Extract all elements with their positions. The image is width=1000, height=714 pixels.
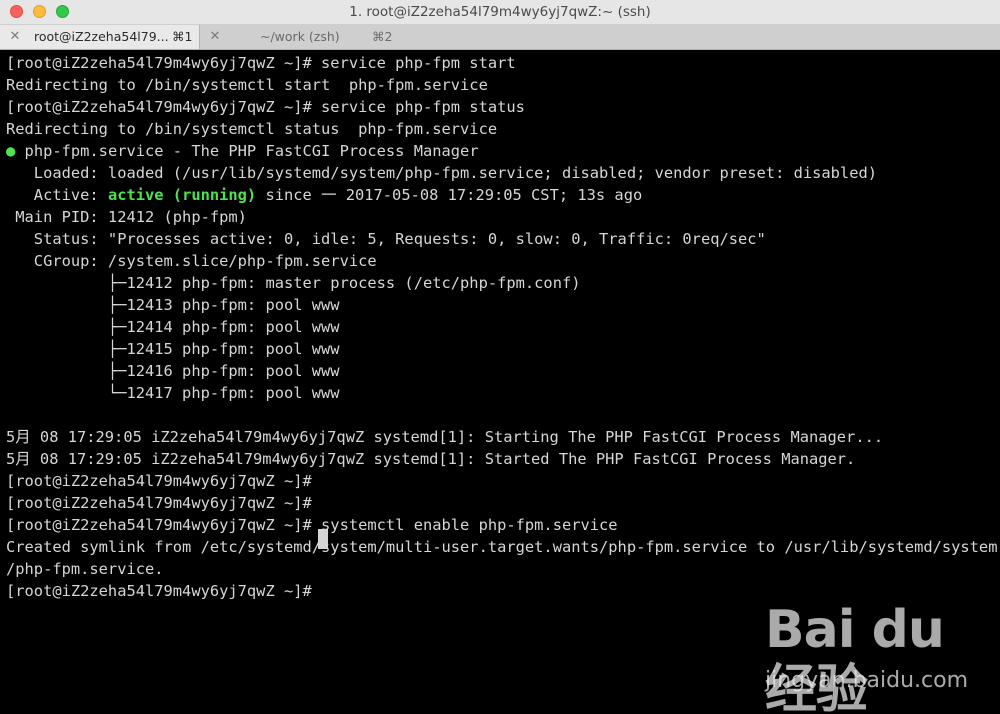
- terminal-line: [root@iZ2zeha54l79m4wy6yj7qwZ ~]# servic…: [6, 98, 525, 116]
- close-tab-icon[interactable]: ✕: [8, 25, 22, 49]
- window-title: 1. root@iZ2zeha54l79m4wy6yj7qwZ:~ (ssh): [349, 4, 651, 20]
- active-status-text: active (running): [107, 186, 257, 204]
- terminal-line: 5月 08 17:29:05 iZ2zeha54l79m4wy6yj7qwZ s…: [6, 428, 884, 446]
- terminal-line: ● php-fpm.service - The PHP FastCGI Proc…: [6, 140, 479, 162]
- terminal-prompt[interactable]: [root@iZ2zeha54l79m4wy6yj7qwZ ~]#: [6, 580, 321, 602]
- tab-zsh-session[interactable]: ✕ ~/work (zsh) ⌘2: [200, 25, 410, 49]
- terminal-line: Redirecting to /bin/systemctl start php-…: [6, 76, 488, 94]
- tab-bar: ✕ root@iZ2zeha54l79... ⌘1 ✕ ~/work (zsh)…: [0, 25, 1000, 50]
- terminal-line: [root@iZ2zeha54l79m4wy6yj7qwZ ~]# system…: [6, 516, 618, 534]
- terminal-line: └─12417 php-fpm: pool www: [6, 384, 340, 402]
- terminal-cursor: [318, 529, 328, 549]
- minimize-window-button[interactable]: [33, 5, 46, 18]
- tab-shortcut: ⌘1: [172, 29, 193, 44]
- terminal-window: 1. root@iZ2zeha54l79m4wy6yj7qwZ:~ (ssh) …: [0, 0, 1000, 714]
- terminal-line: ├─12416 php-fpm: pool www: [6, 362, 340, 380]
- terminal-line: CGroup: /system.slice/php-fpm.service: [6, 252, 377, 270]
- terminal-line: [root@iZ2zeha54l79m4wy6yj7qwZ ~]#: [6, 494, 312, 512]
- terminal-line: ├─12413 php-fpm: pool www: [6, 296, 340, 314]
- close-window-button[interactable]: [10, 5, 23, 18]
- service-description: php-fpm.service - The PHP FastCGI Proces…: [15, 142, 479, 160]
- active-label: Active:: [6, 186, 108, 204]
- terminal-line: Active: active (running) since 一 2017-05…: [6, 184, 642, 206]
- terminal-line: Status: "Processes active: 0, idle: 5, R…: [6, 230, 766, 248]
- tab-ssh-session[interactable]: ✕ root@iZ2zeha54l79... ⌘1: [0, 25, 200, 49]
- tab-label: ~/work (zsh): [260, 29, 340, 44]
- zoom-window-button[interactable]: [56, 5, 69, 18]
- terminal-line: Redirecting to /bin/systemctl status php…: [6, 120, 498, 138]
- terminal-output[interactable]: [root@iZ2zeha54l79m4wy6yj7qwZ ~]# servic…: [0, 50, 1000, 714]
- status-dot-icon: ●: [6, 142, 16, 160]
- terminal-line: [root@iZ2zeha54l79m4wy6yj7qwZ ~]# servic…: [6, 54, 516, 72]
- active-since-text: since 一 2017-05-08 17:29:05 CST; 13s ago: [256, 186, 643, 204]
- tab-shortcut: ⌘2: [372, 29, 393, 44]
- terminal-line: /php-fpm.service.: [6, 560, 164, 578]
- terminal-line: Created symlink from /etc/systemd/system…: [6, 538, 998, 556]
- terminal-line: ├─12415 php-fpm: pool www: [6, 340, 340, 358]
- terminal-line: ├─12412 php-fpm: master process (/etc/ph…: [6, 274, 581, 292]
- terminal-line: Main PID: 12412 (php-fpm): [6, 208, 247, 226]
- tab-label: root@iZ2zeha54l79...: [34, 29, 169, 44]
- title-bar[interactable]: 1. root@iZ2zeha54l79m4wy6yj7qwZ:~ (ssh): [0, 0, 1000, 25]
- terminal-line: [root@iZ2zeha54l79m4wy6yj7qwZ ~]#: [6, 472, 312, 490]
- terminal-line: ├─12414 php-fpm: pool www: [6, 318, 340, 336]
- terminal-line: Loaded: loaded (/usr/lib/systemd/system/…: [6, 164, 877, 182]
- close-tab-icon[interactable]: ✕: [208, 25, 222, 49]
- terminal-line: 5月 08 17:29:05 iZ2zeha54l79m4wy6yj7qwZ s…: [6, 450, 856, 468]
